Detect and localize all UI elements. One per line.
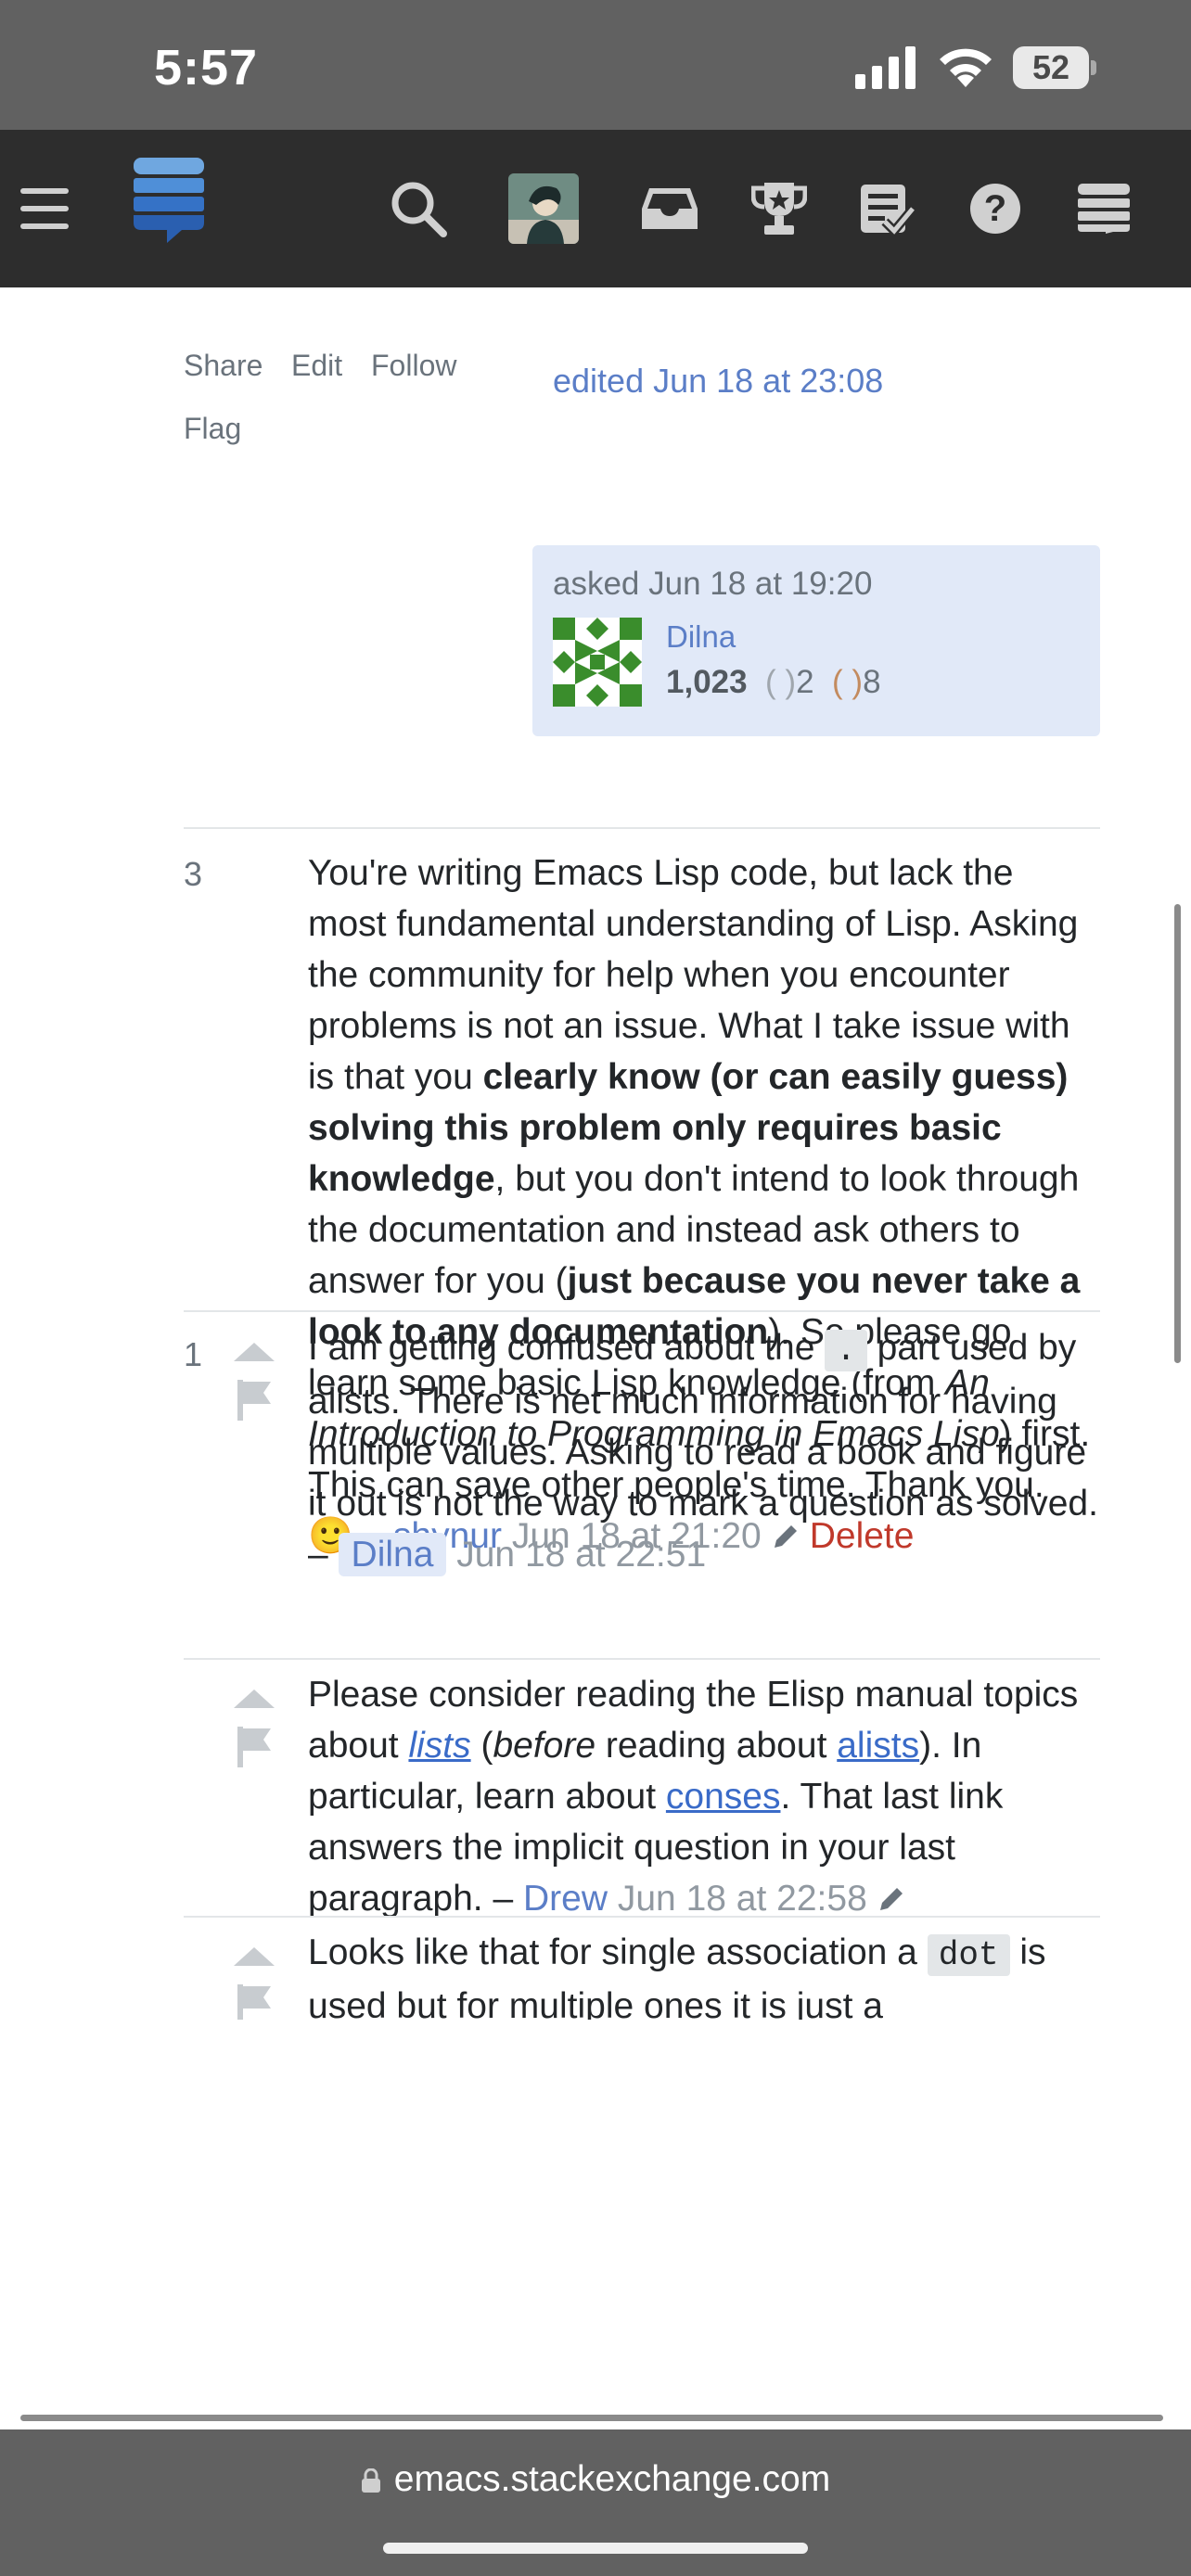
follow-link[interactable]: Follow [371, 349, 456, 383]
upvote-comment-icon[interactable] [234, 1947, 275, 1966]
edit-link[interactable]: Edit [291, 349, 342, 383]
wifi-icon [940, 48, 992, 87]
flag-comment-icon[interactable] [237, 1380, 271, 1421]
flag-link[interactable]: Flag [184, 412, 241, 446]
status-bar: 5:57 52 [0, 0, 1191, 130]
bronze-badge-icon: ( ) [823, 664, 864, 700]
reputation-score: 1,023 [666, 664, 748, 700]
alists-link[interactable]: alists [837, 1726, 919, 1766]
edited-timestamp[interactable]: edited Jun 18 at 23:08 [553, 362, 883, 401]
comment-item: 3 You're writing Emacs Lisp code, but la… [184, 840, 1100, 1556]
comment-author-link[interactable]: Dilna [338, 1533, 447, 1576]
user-avatar[interactable] [508, 173, 579, 244]
flag-comment-icon[interactable] [237, 1727, 271, 1767]
comment-body: I am getting confused about the . part u… [308, 1328, 1098, 1576]
lock-icon [361, 2468, 380, 2493]
asker-identicon[interactable] [553, 618, 642, 707]
comment-divider [184, 1916, 1100, 1918]
upvote-comment-icon[interactable] [234, 1343, 275, 1361]
site-switcher-icon[interactable] [1078, 184, 1130, 234]
asker-user-card: asked Jun 18 at 19:20 Dilna 1,023 ( )2 (… [532, 545, 1100, 736]
home-indicator[interactable] [383, 2543, 808, 2554]
asker-reputation: 1,023 ( )2 ( )8 [666, 664, 881, 701]
help-icon[interactable]: ? [970, 184, 1020, 234]
edit-pencil-icon[interactable] [877, 1884, 906, 1914]
asker-username[interactable]: Dilna [666, 619, 736, 655]
stackexchange-logo[interactable] [134, 158, 204, 243]
comment-body: Looks like that for single association a… [308, 1932, 1046, 2020]
horizontal-scrollbar[interactable] [20, 2415, 1163, 2421]
url-field[interactable]: emacs.stackexchange.com [0, 2459, 1191, 2500]
search-icon[interactable] [390, 180, 447, 237]
comment-body: Please consider reading the Elisp manual… [308, 1675, 1079, 1919]
status-time: 5:57 [154, 40, 259, 96]
conses-link[interactable]: conses [666, 1777, 781, 1817]
url-text: emacs.stackexchange.com [393, 2459, 831, 2499]
lists-link[interactable]: lists [408, 1726, 470, 1766]
comment-score: 1 [184, 1335, 203, 1373]
cellular-signal-icon [855, 46, 916, 89]
silver-badge-count: 2 [796, 664, 814, 700]
upvote-comment-icon[interactable] [234, 1690, 275, 1708]
comment-divider [184, 1658, 1100, 1660]
share-link[interactable]: Share [184, 349, 263, 383]
bronze-badge-count: 8 [863, 664, 881, 700]
question-page-content: Share Edit Follow Flag edited Jun 18 at … [0, 287, 1191, 2429]
comment-item: 1 I am getting confused about the . part… [184, 1322, 1100, 1647]
battery-level: 52 [1031, 48, 1070, 86]
comment-date[interactable]: Jun 18 at 22:58 [608, 1879, 867, 1919]
achievements-trophy-icon[interactable] [751, 181, 807, 236]
battery-icon: 52 [1013, 46, 1096, 89]
silver-badge-icon: ( ) [756, 664, 797, 700]
vertical-scrollbar[interactable] [1174, 904, 1181, 1363]
comment-item: Please consider reading the Elisp manual… [184, 1669, 1100, 1929]
comment-divider [184, 1310, 1100, 1312]
comment-item: Looks like that for single association a… [184, 1927, 1100, 2020]
hamburger-menu-icon[interactable] [20, 188, 69, 229]
review-queue-icon[interactable] [859, 181, 915, 236]
flag-comment-icon[interactable] [237, 1984, 271, 2020]
comment-author-link[interactable]: Drew [523, 1879, 608, 1919]
comment-date[interactable]: Jun 18 at 22:51 [446, 1535, 706, 1575]
browser-address-bar [0, 2429, 1191, 2576]
comment-score: 3 [184, 855, 203, 893]
asked-timestamp: asked Jun 18 at 19:20 [553, 566, 873, 602]
inbox-icon[interactable] [640, 185, 699, 233]
top-navigation-bar: ? [0, 130, 1191, 287]
comments-divider [184, 827, 1100, 829]
